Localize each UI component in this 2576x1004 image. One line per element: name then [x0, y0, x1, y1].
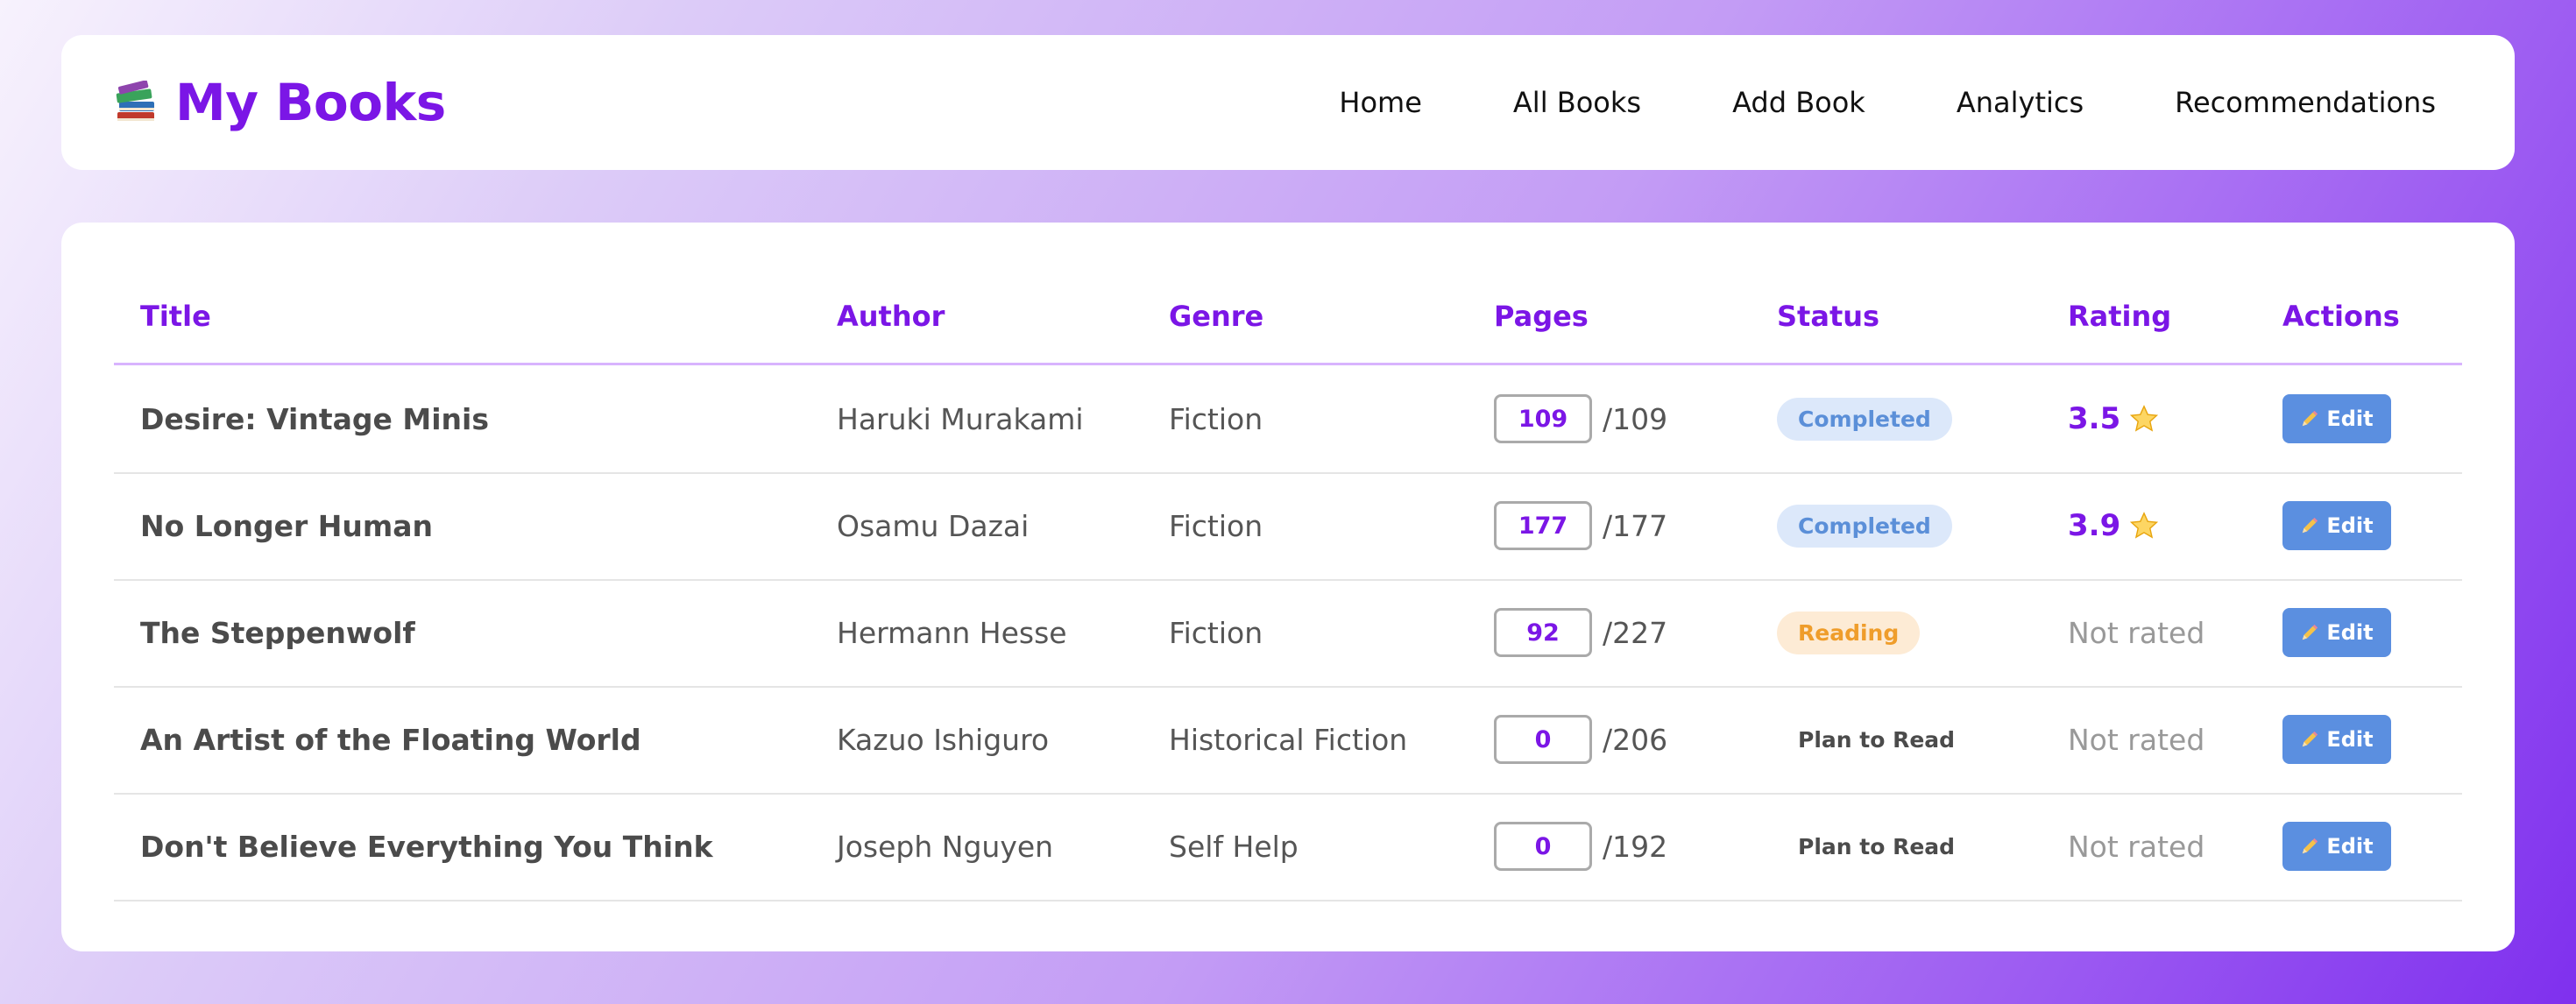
nav-add-book[interactable]: Add Book	[1732, 86, 1865, 119]
edit-button[interactable]: Edit	[2282, 608, 2391, 657]
pages-total: /192	[1603, 829, 1668, 864]
main-nav: Home All Books Add Book Analytics Recomm…	[1248, 35, 2436, 170]
edit-label: Edit	[2326, 620, 2374, 645]
edit-label: Edit	[2326, 513, 2374, 538]
books-icon	[116, 81, 154, 121]
book-author: Kazuo Ishiguro	[837, 722, 1050, 757]
rating-not-rated: Not rated	[2068, 722, 2205, 757]
pages-read-input[interactable]: 92	[1494, 608, 1592, 657]
book-author: Hermann Hesse	[837, 615, 1067, 650]
book-title: Desire: Vintage Minis	[140, 401, 489, 436]
pages-cell: 0 /192	[1494, 793, 1667, 900]
pages-read-input[interactable]: 0	[1494, 822, 1592, 871]
book-genre: Historical Fiction	[1169, 722, 1408, 757]
pages-read-input[interactable]: 0	[1494, 715, 1592, 764]
status-badge: Plan to Read	[1798, 726, 1956, 753]
table-row: The Steppenwolf Hermann Hesse Fiction 92…	[114, 579, 2462, 688]
rating-number: 3.5	[2068, 401, 2121, 436]
star-icon	[2130, 512, 2159, 539]
status-cell: Plan to Read	[1777, 793, 1976, 900]
actions-cell: Edit	[2282, 472, 2391, 579]
edit-label: Edit	[2326, 727, 2374, 752]
nav-recommendations[interactable]: Recommendations	[2175, 86, 2436, 119]
status-badge: Reading	[1777, 611, 1921, 654]
edit-label: Edit	[2326, 834, 2374, 859]
status-cell: Completed	[1777, 365, 1952, 472]
pages-cell: 0 /206	[1494, 686, 1667, 793]
table-header: Title Author Genre Pages Status Rating A…	[114, 223, 2462, 365]
edit-button[interactable]: Edit	[2282, 822, 2391, 871]
edit-button[interactable]: Edit	[2282, 715, 2391, 764]
pages-total: /206	[1603, 722, 1668, 757]
column-status: Status	[1777, 300, 1880, 333]
book-author: Haruki Murakami	[837, 401, 1084, 436]
rating-cell: 3.9	[2068, 472, 2159, 579]
actions-cell: Edit	[2282, 365, 2391, 472]
pages-total: /227	[1603, 615, 1668, 650]
edit-button[interactable]: Edit	[2282, 501, 2391, 550]
pages-read-input[interactable]: 109	[1494, 394, 1592, 443]
rating-not-rated: Not rated	[2068, 615, 2205, 650]
actions-cell: Edit	[2282, 686, 2391, 793]
book-title: An Artist of the Floating World	[140, 722, 641, 757]
app-title: My Books	[175, 73, 446, 132]
book-author: Joseph Nguyen	[837, 829, 1054, 864]
book-title: Don't Believe Everything You Think	[140, 829, 713, 864]
book-genre: Fiction	[1169, 508, 1263, 543]
rating-value: 3.5	[2068, 401, 2159, 436]
table-row: An Artist of the Floating World Kazuo Is…	[114, 686, 2462, 795]
pages-cell: 177 /177	[1494, 472, 1667, 579]
actions-cell: Edit	[2282, 579, 2391, 686]
pencil-icon	[2303, 410, 2318, 427]
column-genre: Genre	[1169, 300, 1264, 333]
rating-value: 3.9	[2068, 508, 2159, 543]
pencil-icon	[2303, 731, 2318, 747]
pages-read-input[interactable]: 177	[1494, 501, 1592, 550]
status-cell: Plan to Read	[1777, 686, 1976, 793]
pages-total: /109	[1603, 401, 1668, 436]
table-row: Desire: Vintage Minis Haruki Murakami Fi…	[114, 365, 2462, 474]
nav-all-books[interactable]: All Books	[1513, 86, 1641, 119]
status-cell: Completed	[1777, 472, 1952, 579]
column-pages: Pages	[1494, 300, 1589, 333]
edit-label: Edit	[2326, 407, 2374, 431]
book-genre: Self Help	[1169, 829, 1299, 864]
status-badge: Completed	[1777, 397, 1952, 441]
pencil-icon	[2303, 517, 2318, 534]
rating-number: 3.9	[2068, 508, 2121, 543]
pages-total: /177	[1603, 508, 1668, 543]
table-row: Don't Believe Everything You Think Josep…	[114, 793, 2462, 901]
rating-cell: Not rated	[2068, 793, 2204, 900]
rating-cell: 3.5	[2068, 365, 2159, 472]
nav-analytics[interactable]: Analytics	[1957, 86, 2084, 119]
rating-cell: Not rated	[2068, 579, 2204, 686]
status-cell: Reading	[1777, 579, 1921, 686]
rating-cell: Not rated	[2068, 686, 2204, 793]
pages-cell: 109 /109	[1494, 365, 1667, 472]
status-badge: Plan to Read	[1798, 833, 1956, 859]
book-author: Osamu Dazai	[837, 508, 1030, 543]
book-title: No Longer Human	[140, 508, 433, 543]
book-genre: Fiction	[1169, 401, 1263, 436]
app-header: My Books Home All Books Add Book Analyti…	[61, 35, 2515, 170]
star-icon	[2130, 405, 2159, 432]
rating-not-rated: Not rated	[2068, 829, 2205, 864]
nav-home[interactable]: Home	[1339, 86, 1422, 119]
book-title: The Steppenwolf	[140, 615, 415, 650]
pages-cell: 92 /227	[1494, 579, 1667, 686]
column-rating: Rating	[2068, 300, 2172, 333]
table-row: No Longer Human Osamu Dazai Fiction 177 …	[114, 472, 2462, 581]
column-title: Title	[140, 300, 211, 333]
column-actions: Actions	[2282, 300, 2400, 333]
brand[interactable]: My Books	[114, 35, 446, 170]
pencil-icon	[2303, 838, 2318, 854]
column-author: Author	[837, 300, 945, 333]
books-table-card: Title Author Genre Pages Status Rating A…	[61, 223, 2515, 951]
status-badge: Completed	[1777, 504, 1952, 548]
pencil-icon	[2303, 624, 2318, 640]
edit-button[interactable]: Edit	[2282, 394, 2391, 443]
book-genre: Fiction	[1169, 615, 1263, 650]
actions-cell: Edit	[2282, 793, 2391, 900]
